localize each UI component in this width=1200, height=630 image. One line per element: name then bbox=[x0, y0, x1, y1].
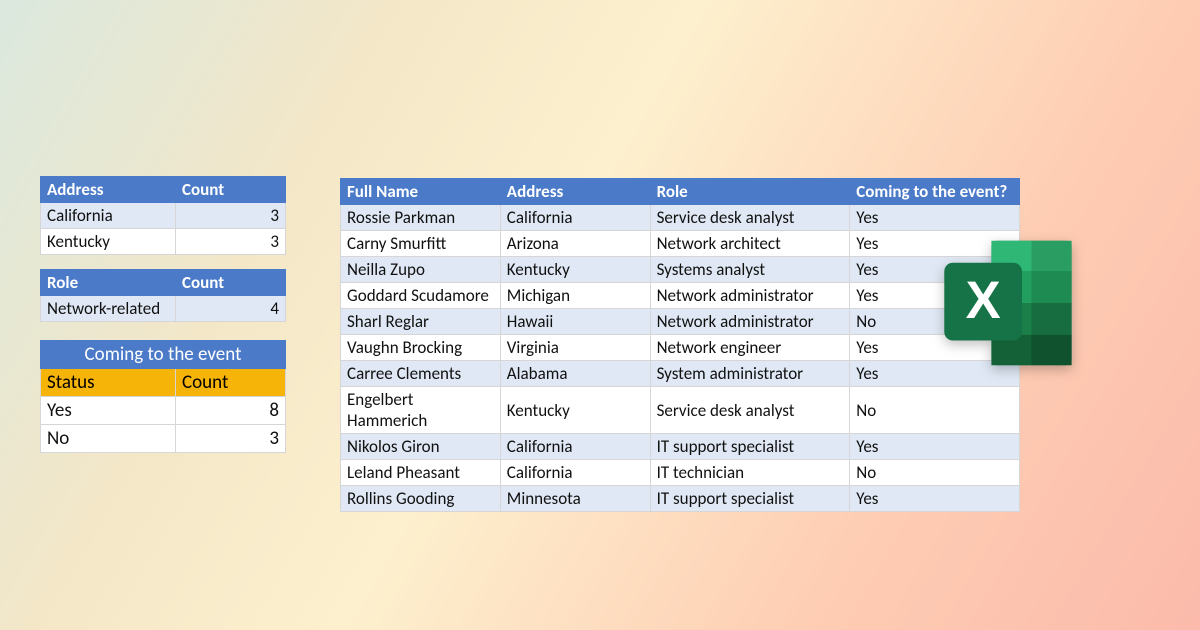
cell-name: Carny Smurfitt bbox=[341, 231, 501, 257]
cell-address: California bbox=[500, 205, 650, 231]
address-cell: Kentucky bbox=[41, 229, 176, 255]
cell-role: Service desk analyst bbox=[650, 387, 850, 434]
count-header: Count bbox=[176, 270, 286, 296]
status-cell: Yes bbox=[41, 397, 176, 425]
col-coming: Coming to the event? bbox=[850, 179, 1020, 205]
cell-role: Systems analyst bbox=[650, 257, 850, 283]
address-header: Address bbox=[41, 177, 176, 203]
cell-role: Service desk analyst bbox=[650, 205, 850, 231]
cell-role: IT support specialist bbox=[650, 434, 850, 460]
table-row: Kentucky 3 bbox=[41, 229, 286, 255]
cell-address: Michigan bbox=[500, 283, 650, 309]
svg-text:X: X bbox=[966, 271, 1001, 330]
cell-address: Arizona bbox=[500, 231, 650, 257]
table-row: Vaughn Brocking Virginia Network enginee… bbox=[341, 335, 1020, 361]
cell-address: Minnesota bbox=[500, 486, 650, 512]
cell-name: Vaughn Brocking bbox=[341, 335, 501, 361]
table-row: Nikolos Giron California IT support spec… bbox=[341, 434, 1020, 460]
cell-address: Virginia bbox=[500, 335, 650, 361]
col-full-name: Full Name bbox=[341, 179, 501, 205]
table-row: Carny Smurfitt Arizona Network architect… bbox=[341, 231, 1020, 257]
summary-tables: Address Count California 3 Kentucky 3 Ro… bbox=[40, 176, 286, 453]
table-row: California 3 bbox=[41, 203, 286, 229]
cell-name: Neilla Zupo bbox=[341, 257, 501, 283]
count-cell: 3 bbox=[176, 229, 286, 255]
table-row: Yes 8 bbox=[41, 397, 286, 425]
cell-name: Sharl Reglar bbox=[341, 309, 501, 335]
table-row: Goddard Scudamore Michigan Network admin… bbox=[341, 283, 1020, 309]
role-cell: Network-related bbox=[41, 296, 176, 322]
cell-name: Rollins Gooding bbox=[341, 486, 501, 512]
cell-name: Nikolos Giron bbox=[341, 434, 501, 460]
col-address: Address bbox=[500, 179, 650, 205]
table-row: Carree Clements Alabama System administr… bbox=[341, 361, 1020, 387]
table-row: Neilla Zupo Kentucky Systems analyst Yes bbox=[341, 257, 1020, 283]
excel-icon: X bbox=[938, 238, 1078, 368]
cell-name: Rossie Parkman bbox=[341, 205, 501, 231]
address-count-table: Address Count California 3 Kentucky 3 bbox=[40, 176, 286, 255]
cell-role: IT support specialist bbox=[650, 486, 850, 512]
cell-coming: No bbox=[850, 460, 1020, 486]
cell-address: California bbox=[500, 460, 650, 486]
cell-role: System administrator bbox=[650, 361, 850, 387]
role-header: Role bbox=[41, 270, 176, 296]
cell-coming: No bbox=[850, 387, 1020, 434]
cell-address: Hawaii bbox=[500, 309, 650, 335]
address-cell: California bbox=[41, 203, 176, 229]
role-count-table: Role Count Network-related 4 bbox=[40, 269, 286, 322]
count-cell: 3 bbox=[176, 425, 286, 453]
main-data-table-container: Full Name Address Role Coming to the eve… bbox=[340, 178, 1020, 512]
count-header: Count bbox=[176, 177, 286, 203]
cell-role: Network administrator bbox=[650, 309, 850, 335]
table-row: Leland Pheasant California IT technician… bbox=[341, 460, 1020, 486]
event-count-table: Coming to the event Status Count Yes 8 N… bbox=[40, 340, 286, 453]
cell-address: Kentucky bbox=[500, 387, 650, 434]
count-cell: 3 bbox=[176, 203, 286, 229]
cell-name: Leland Pheasant bbox=[341, 460, 501, 486]
status-header: Status bbox=[41, 369, 176, 397]
table-row: Rossie Parkman California Service desk a… bbox=[341, 205, 1020, 231]
table-row: No 3 bbox=[41, 425, 286, 453]
status-cell: No bbox=[41, 425, 176, 453]
table-row: Network-related 4 bbox=[41, 296, 286, 322]
cell-role: Network engineer bbox=[650, 335, 850, 361]
cell-address: Alabama bbox=[500, 361, 650, 387]
table-row: Engelbert Hammerich Kentucky Service des… bbox=[341, 387, 1020, 434]
cell-role: IT technician bbox=[650, 460, 850, 486]
table-row: Sharl Reglar Hawaii Network administrato… bbox=[341, 309, 1020, 335]
col-role: Role bbox=[650, 179, 850, 205]
cell-role: Network architect bbox=[650, 231, 850, 257]
cell-role: Network administrator bbox=[650, 283, 850, 309]
count-cell: 4 bbox=[176, 296, 286, 322]
cell-coming: Yes bbox=[850, 205, 1020, 231]
count-header: Count bbox=[176, 369, 286, 397]
cell-address: Kentucky bbox=[500, 257, 650, 283]
cell-coming: Yes bbox=[850, 486, 1020, 512]
cell-coming: Yes bbox=[850, 434, 1020, 460]
cell-address: California bbox=[500, 434, 650, 460]
cell-name: Engelbert Hammerich bbox=[341, 387, 501, 434]
cell-name: Carree Clements bbox=[341, 361, 501, 387]
event-title: Coming to the event bbox=[41, 341, 286, 369]
count-cell: 8 bbox=[176, 397, 286, 425]
cell-name: Goddard Scudamore bbox=[341, 283, 501, 309]
table-row: Rollins Gooding Minnesota IT support spe… bbox=[341, 486, 1020, 512]
main-data-table: Full Name Address Role Coming to the eve… bbox=[340, 178, 1020, 512]
